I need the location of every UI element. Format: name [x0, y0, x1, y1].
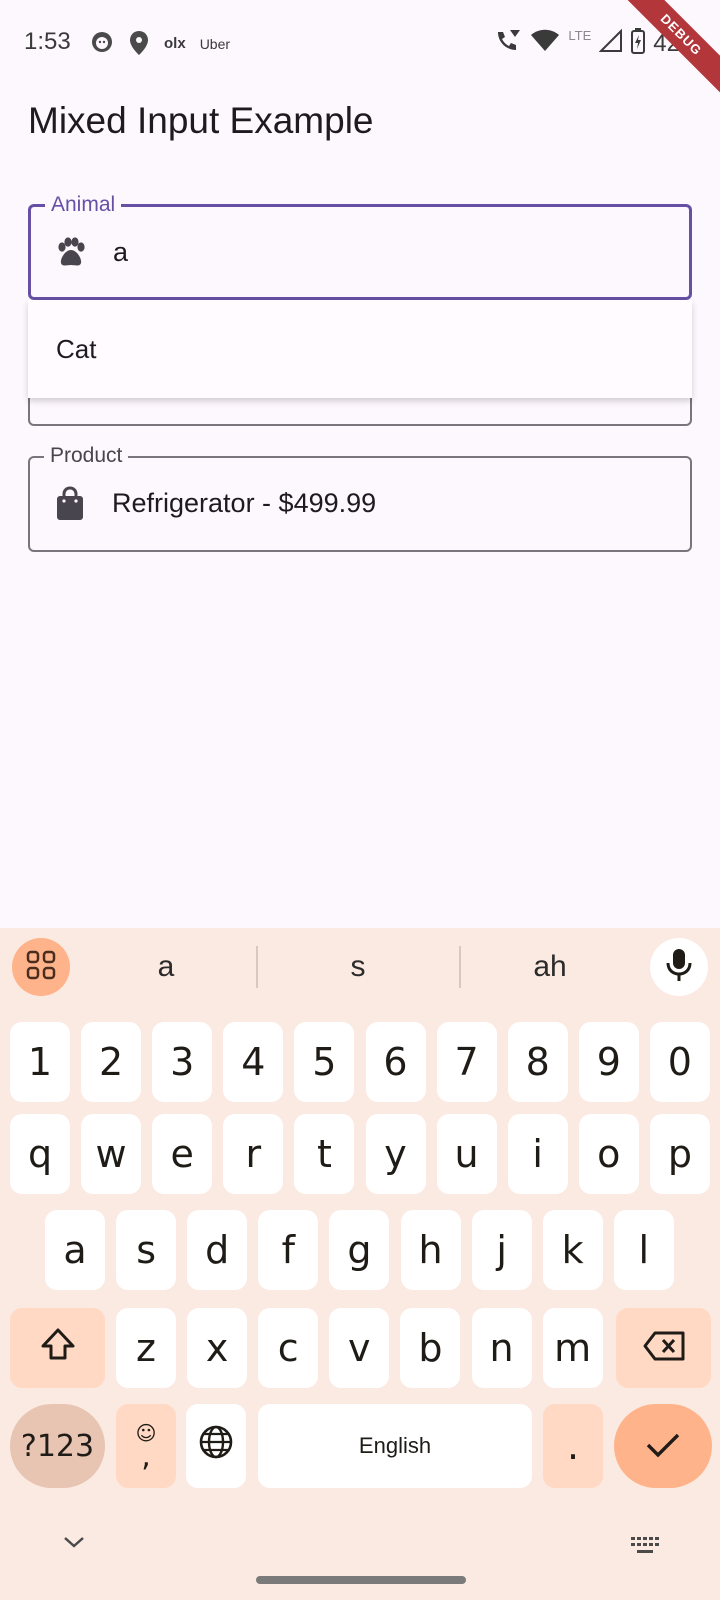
microphone-icon — [666, 948, 692, 987]
shift-key[interactable] — [10, 1308, 105, 1388]
key-v[interactable]: v — [329, 1308, 390, 1388]
keyboard-bottom-bar — [0, 1512, 720, 1600]
key-3[interactable]: 3 — [152, 1022, 213, 1102]
key-m[interactable]: m — [542, 1308, 603, 1388]
checkmark-icon — [645, 1424, 681, 1468]
shopping-bag-icon — [52, 486, 88, 522]
language-key[interactable] — [186, 1404, 246, 1488]
key-z[interactable]: z — [116, 1308, 176, 1388]
autocomplete-option-label: Cat — [56, 334, 97, 364]
product-field-label: Product — [44, 443, 129, 469]
backspace-icon — [643, 1326, 685, 1370]
key-e[interactable]: e — [152, 1114, 213, 1194]
key-6[interactable]: 6 — [365, 1022, 426, 1102]
symbols-key[interactable]: ?123 — [10, 1404, 105, 1488]
key-2[interactable]: 2 — [81, 1022, 142, 1102]
key-y[interactable]: y — [365, 1114, 426, 1194]
suggestion-divider — [256, 946, 258, 988]
space-key[interactable]: English — [258, 1404, 532, 1488]
keyboard-switcher-icon[interactable] — [630, 1536, 660, 1561]
autocomplete-option[interactable]: Cat — [28, 300, 692, 398]
key-u[interactable]: u — [436, 1114, 497, 1194]
status-time: 1:53 — [24, 28, 71, 55]
keyboard-suggestion[interactable]: s — [298, 950, 418, 984]
hide-keyboard-chevron-icon[interactable] — [62, 1534, 86, 1555]
gesture-nav-handle[interactable] — [256, 1576, 466, 1584]
suggestion-divider — [459, 946, 461, 988]
battery-icon — [631, 28, 646, 59]
globe-icon — [198, 1424, 234, 1469]
key-c[interactable]: c — [258, 1308, 319, 1388]
shift-icon — [40, 1326, 76, 1370]
key-h[interactable]: h — [400, 1210, 461, 1290]
key-k[interactable]: k — [542, 1210, 603, 1290]
paw-icon — [53, 235, 89, 271]
system-icons: LTE 42 — [494, 28, 680, 59]
lte-label: LTE — [568, 28, 592, 43]
key-1[interactable]: 1 — [10, 1022, 70, 1102]
key-b[interactable]: b — [400, 1308, 461, 1388]
key-x[interactable]: x — [187, 1308, 248, 1388]
autocomplete-dropdown: Cat — [28, 300, 692, 398]
key-l[interactable]: l — [613, 1210, 674, 1290]
period-key[interactable]: . — [543, 1404, 603, 1488]
done-key[interactable] — [614, 1404, 712, 1488]
keyboard-suggestion[interactable]: a — [106, 950, 226, 984]
key-s[interactable]: s — [116, 1210, 177, 1290]
soft-keyboard: a s ah 1234567890qwertyuiopasdfghjklzxcv… — [0, 928, 720, 1600]
keyboard-suggestion[interactable]: ah — [490, 950, 610, 984]
status-bar: 1:53 olx Uber LTE 42 DEBUG — [0, 0, 720, 98]
key-o[interactable]: o — [578, 1114, 639, 1194]
key-d[interactable]: d — [187, 1210, 248, 1290]
location-pin-icon — [128, 30, 150, 58]
comma-label: , — [141, 1439, 151, 1474]
notification-icons: olx Uber — [90, 30, 230, 58]
animal-field[interactable]: Animal a — [28, 192, 692, 300]
keyboard-apps-button[interactable] — [12, 938, 70, 996]
keyboard-toolbar: a s ah — [0, 928, 720, 1008]
key-w[interactable]: w — [81, 1114, 142, 1194]
product-input[interactable]: Refrigerator - $499.99 — [112, 488, 376, 519]
key-0[interactable]: 0 — [649, 1022, 710, 1102]
emoji-face-icon — [90, 30, 114, 58]
key-r[interactable]: r — [223, 1114, 284, 1194]
backspace-key[interactable] — [616, 1308, 711, 1388]
key-4[interactable]: 4 — [223, 1022, 284, 1102]
grid-icon — [26, 950, 56, 985]
wifi-calling-icon — [494, 28, 522, 59]
uber-icon: Uber — [199, 36, 231, 52]
key-f[interactable]: f — [258, 1210, 319, 1290]
key-q[interactable]: q — [10, 1114, 70, 1194]
key-n[interactable]: n — [471, 1308, 532, 1388]
key-7[interactable]: 7 — [436, 1022, 497, 1102]
page-title: Mixed Input Example — [28, 100, 374, 141]
key-p[interactable]: p — [649, 1114, 710, 1194]
animal-input[interactable]: a — [113, 237, 128, 268]
product-field[interactable]: Product Refrigerator - $499.99 — [28, 443, 692, 552]
key-8[interactable]: 8 — [507, 1022, 568, 1102]
key-a[interactable]: a — [45, 1210, 105, 1290]
emoji-comma-key[interactable]: ☺, — [116, 1404, 176, 1488]
key-5[interactable]: 5 — [294, 1022, 355, 1102]
key-t[interactable]: t — [294, 1114, 355, 1194]
key-9[interactable]: 9 — [578, 1022, 639, 1102]
signal-icon — [598, 28, 623, 58]
key-j[interactable]: j — [471, 1210, 532, 1290]
olx-icon: olx — [164, 35, 186, 52]
wifi-icon — [530, 29, 560, 58]
animal-field-label: Animal — [45, 192, 122, 218]
key-i[interactable]: i — [507, 1114, 568, 1194]
key-g[interactable]: g — [329, 1210, 390, 1290]
voice-input-button[interactable] — [650, 938, 708, 996]
